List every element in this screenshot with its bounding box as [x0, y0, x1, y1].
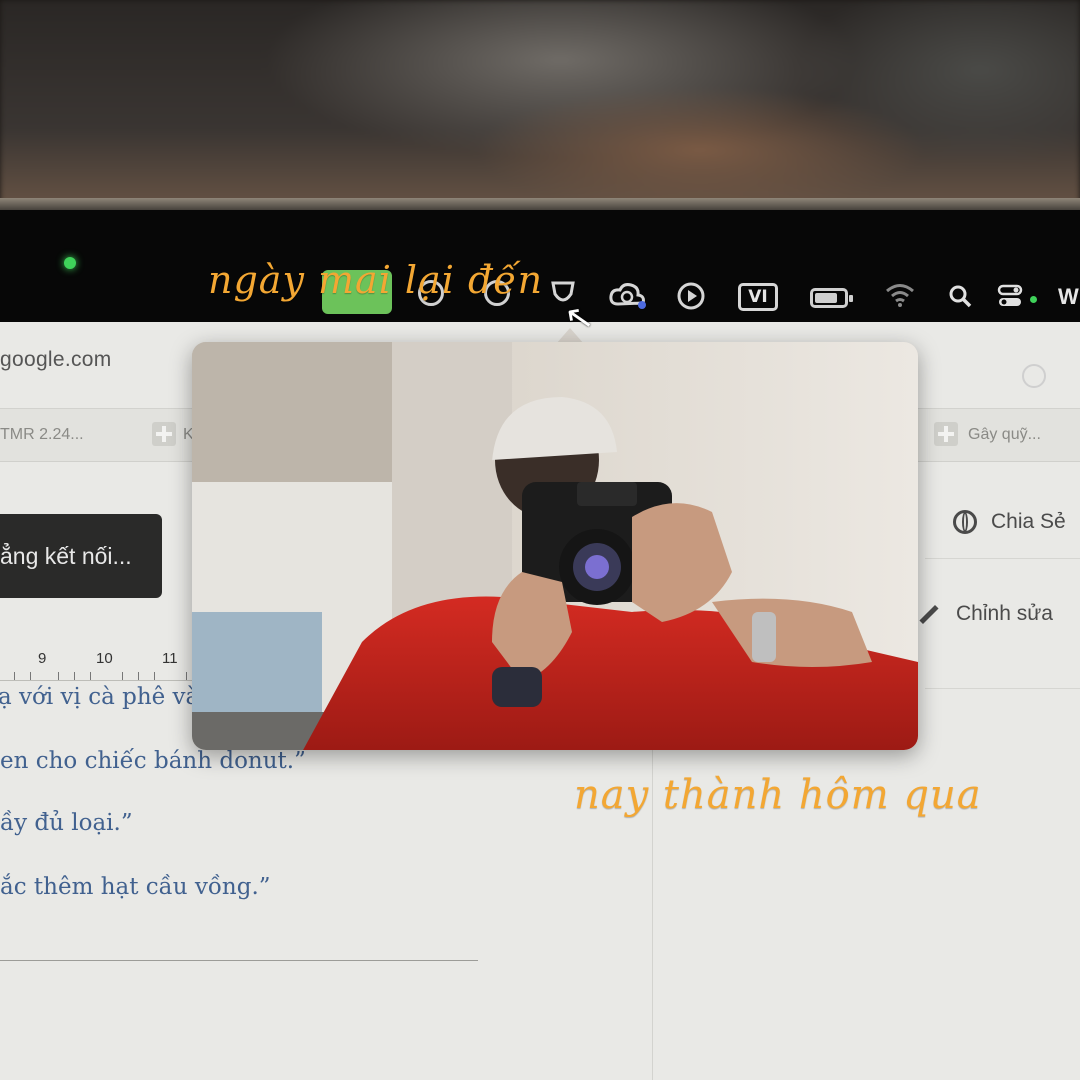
background-room: [0, 0, 1080, 215]
menu-user-initial[interactable]: W: [1058, 284, 1079, 310]
globe-icon: [953, 510, 977, 534]
doc-text-line[interactable]: ạ với vị cà phê và: [0, 684, 199, 710]
doc-text-line[interactable]: ắc thêm hạt cầu vồng.”: [0, 874, 271, 900]
edit-button[interactable]: Chỉnh sửa: [918, 602, 1053, 626]
panel-divider: [925, 688, 1080, 689]
wifi-icon[interactable]: [884, 282, 916, 308]
camera-preview-popup[interactable]: [192, 342, 918, 750]
input-source-indicator[interactable]: VI: [738, 283, 778, 311]
connect-button-label: ẳng kết nối...: [0, 542, 132, 569]
doc-ruler: 9 10 11: [0, 650, 200, 681]
bookmark-icon[interactable]: [934, 422, 958, 446]
connect-button[interactable]: ẳng kết nối...: [0, 514, 162, 598]
panel-divider: [925, 558, 1080, 559]
pencil-icon: [919, 604, 939, 624]
bookmark-item[interactable]: TMR 2.24...: [0, 426, 84, 444]
overlay-caption-top: ngày mai lại đến: [208, 258, 544, 302]
share-button[interactable]: Chia Sẻ: [953, 510, 1066, 534]
cloud-sync-icon[interactable]: [608, 280, 648, 310]
doc-text-line[interactable]: ầy đủ loại.”: [0, 810, 133, 836]
edit-label: Chỉnh sửa: [956, 602, 1053, 625]
bookmark-icon[interactable]: [152, 422, 176, 446]
share-label: Chia Sẻ: [991, 510, 1066, 533]
status-dot: [1030, 296, 1037, 303]
doc-divider: [0, 960, 478, 961]
ruler-tick-label: 10: [96, 650, 113, 667]
doc-text-line[interactable]: en cho chiếc bánh donut.”: [0, 748, 306, 774]
bookmark-item[interactable]: Gây quỹ...: [968, 426, 1041, 444]
laptop-screen: VI W google.com TMR 2.24... K Gây quỹ...…: [0, 210, 1080, 1080]
download-icon[interactable]: [1022, 364, 1046, 388]
address-bar-url[interactable]: google.com: [0, 348, 112, 372]
overlay-caption-bottom: nay thành hôm qua: [574, 772, 982, 818]
control-center-icon[interactable]: [997, 284, 1023, 308]
camera-preview-image: [192, 342, 918, 750]
search-icon[interactable]: [948, 284, 972, 308]
ruler-tick-label: 9: [38, 650, 47, 667]
play-icon[interactable]: [676, 281, 706, 311]
battery-icon[interactable]: [810, 288, 853, 308]
ruler-tick-label: 11: [162, 650, 178, 667]
camera-indicator-dot: [64, 257, 76, 269]
